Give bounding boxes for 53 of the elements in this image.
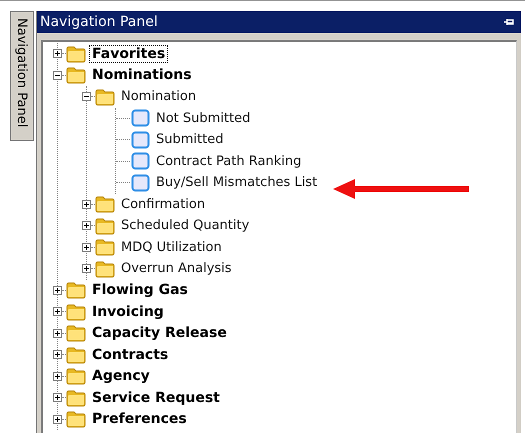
tree-item[interactable]: Capacity Release — [89, 324, 230, 342]
expand-icon[interactable] — [82, 221, 91, 230]
folder-icon — [66, 66, 86, 84]
tree-item[interactable]: Overrun Analysis — [118, 260, 235, 278]
tree-item[interactable]: Submitted — [153, 131, 226, 148]
tree-item[interactable]: Flowing Gas — [89, 281, 191, 300]
panel-title: Navigation Panel — [40, 14, 158, 30]
folder-icon — [66, 410, 86, 428]
folder-icon — [66, 281, 86, 300]
tree-item[interactable]: Nominations — [89, 66, 195, 84]
collapse-icon[interactable] — [82, 92, 91, 102]
folder-icon — [95, 260, 115, 278]
folder-icon — [66, 346, 86, 364]
tree-item[interactable]: Nomination — [118, 88, 200, 106]
tree-item[interactable]: Invoicing — [89, 302, 167, 321]
tree-item[interactable]: Scheduled Quantity — [118, 217, 252, 234]
tree-item[interactable]: Agency — [89, 367, 153, 386]
expand-icon[interactable] — [82, 264, 91, 274]
tree-item[interactable]: Not Submitted — [153, 110, 254, 127]
folder-icon — [95, 88, 115, 106]
document-icon — [131, 130, 150, 149]
expand-icon[interactable] — [53, 307, 62, 316]
folder-icon — [66, 44, 86, 63]
document-icon — [131, 109, 150, 128]
tree-item[interactable]: Service Request — [89, 388, 223, 407]
folder-icon — [66, 302, 86, 321]
folder-icon — [95, 238, 115, 256]
pin-icon[interactable] — [503, 17, 515, 27]
expand-icon[interactable] — [53, 328, 62, 338]
expand-icon[interactable] — [53, 414, 62, 424]
folder-icon — [95, 195, 115, 214]
tree-item[interactable]: Favorites — [89, 44, 168, 63]
expand-icon[interactable] — [53, 372, 62, 381]
expand-icon[interactable] — [82, 200, 91, 209]
document-icon — [131, 152, 150, 170]
expand-icon[interactable] — [53, 286, 62, 295]
tree-item[interactable]: Contract Path Ranking — [153, 152, 304, 170]
collapse-icon[interactable] — [53, 70, 62, 80]
tree-item[interactable]: Preferences — [89, 410, 190, 428]
document-icon — [131, 174, 150, 192]
folder-icon — [66, 367, 86, 386]
tree-item[interactable]: Confirmation — [118, 196, 208, 213]
expand-icon[interactable] — [53, 350, 62, 360]
tree-item[interactable]: Buy/Sell Mismatches List — [153, 174, 320, 192]
side-tab[interactable]: Navigation Panel — [10, 11, 34, 141]
expand-icon[interactable] — [53, 393, 62, 402]
tree-item[interactable]: MDQ Utilization — [118, 238, 225, 256]
folder-icon — [95, 216, 115, 235]
folder-icon — [66, 324, 86, 342]
expand-icon[interactable] — [53, 49, 62, 58]
expand-icon[interactable] — [82, 242, 91, 252]
tree-item[interactable]: Contracts — [89, 346, 172, 364]
folder-icon — [66, 388, 86, 407]
